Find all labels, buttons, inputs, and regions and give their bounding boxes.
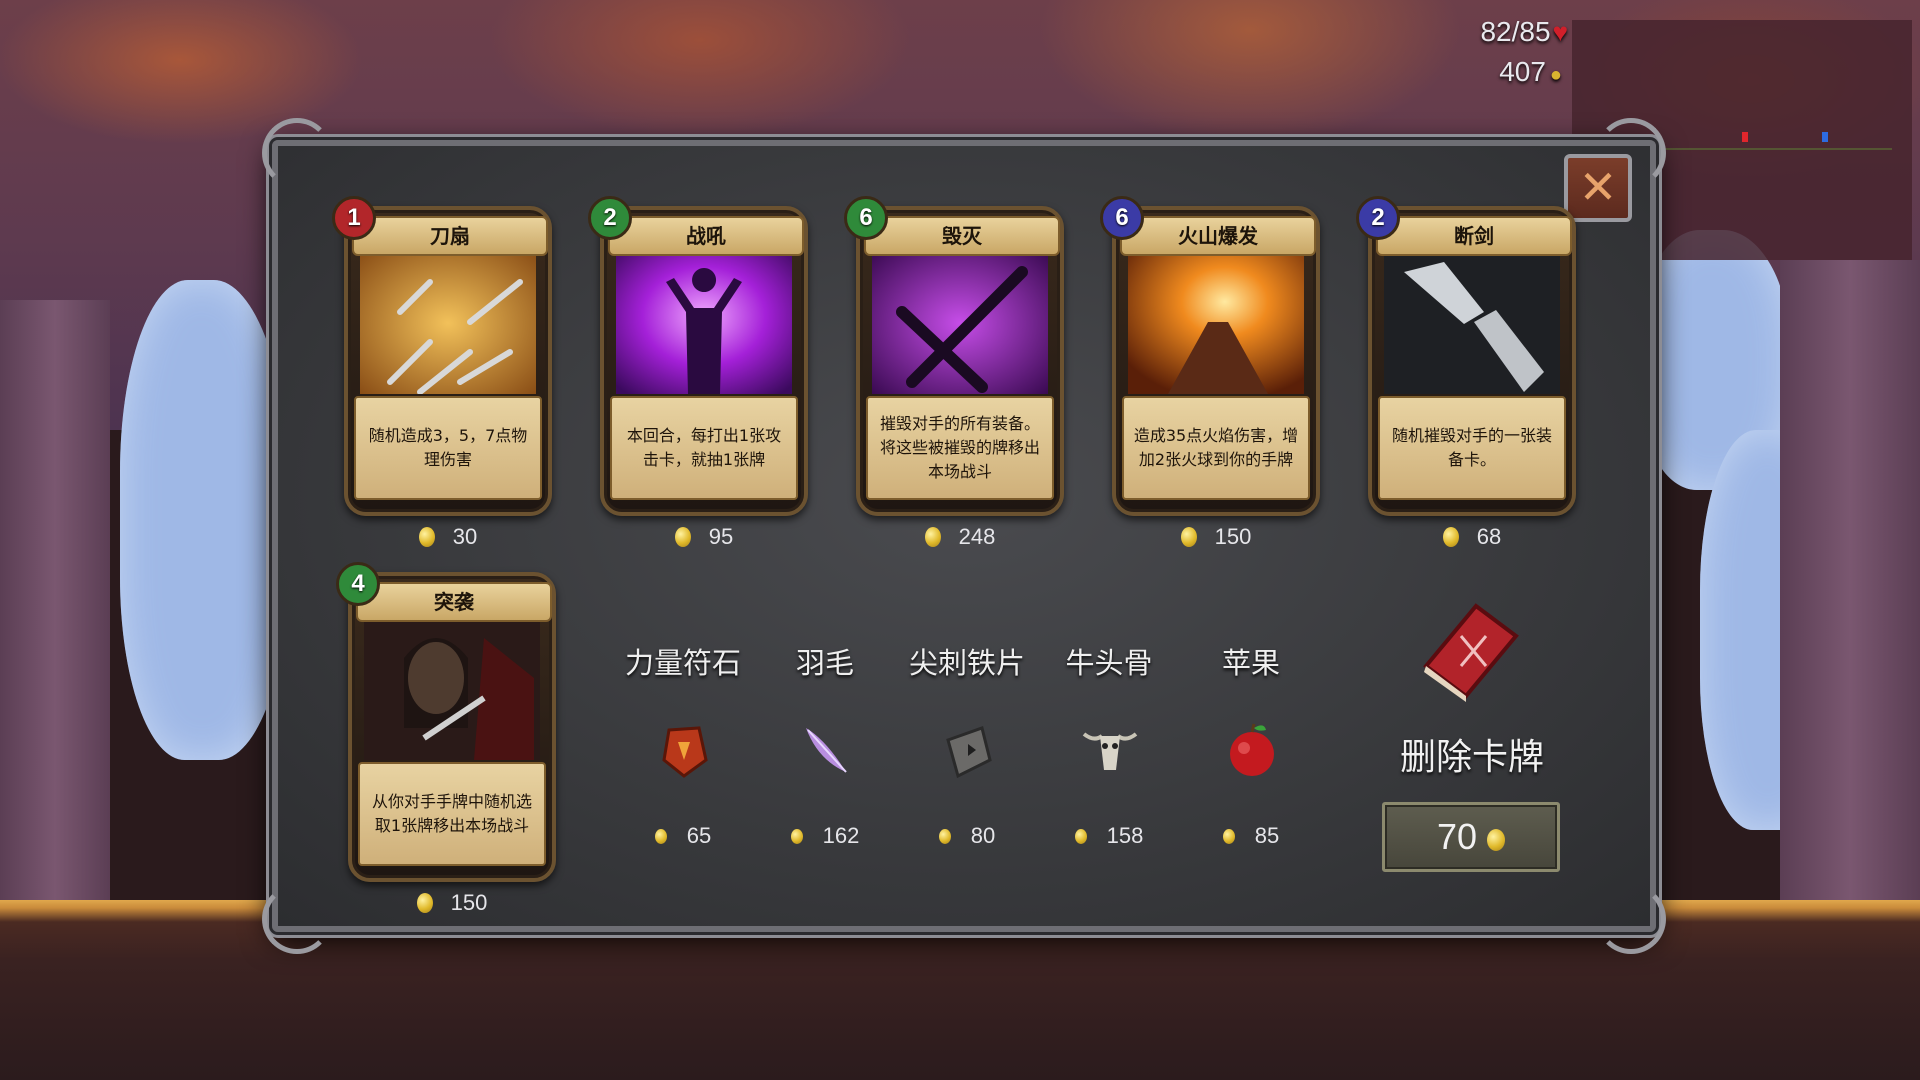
coin-icon [416, 893, 433, 913]
coin-icon [924, 527, 941, 547]
card-description: 造成35点火焰伤害，增加2张火球到你的手牌 [1122, 396, 1310, 500]
tree-trunk-right [1780, 260, 1920, 900]
card-volcano[interactable]: 火山爆发 6 造成35点火焰伤害，增加2张火球到你的手牌 [1100, 196, 1320, 516]
card-annihilate[interactable]: 毁灭 6 摧毁对手的所有装备。将这些被摧毁的牌移出本场战斗 [844, 196, 1064, 516]
item-name: 羽毛 [795, 646, 854, 680]
card-title: 突袭 [356, 582, 552, 622]
crossed-swords-art [872, 252, 1048, 394]
remove-card-label: 删除卡牌 [1399, 737, 1544, 778]
sky-gap-left [120, 280, 290, 760]
red-book-icon[interactable] [1416, 596, 1526, 706]
feather-icon[interactable] [796, 720, 856, 780]
broken-sword-art [1384, 252, 1560, 394]
card-price-value: 150 [450, 890, 488, 915]
card-blade-fan[interactable]: 刀扇 1 随机造成3，5，7点物理伤害 [332, 196, 552, 516]
item-name: 苹果 [1221, 646, 1280, 680]
card-price: 30 [368, 524, 528, 550]
panel-ornament-tl [262, 118, 332, 188]
card-price: 150 [1136, 524, 1296, 550]
card-price: 248 [880, 524, 1040, 550]
minimap-marker-blue [1822, 132, 1828, 142]
spiked-plate-icon[interactable] [938, 720, 998, 780]
card-price: 68 [1392, 524, 1552, 550]
coin-icon [1487, 829, 1506, 851]
minimap-path [1652, 148, 1892, 150]
card-description: 摧毁对手的所有装备。将这些被摧毁的牌移出本场战斗 [866, 396, 1054, 500]
item-name: 尖刺铁片 [908, 646, 1025, 680]
coin-icon [1442, 527, 1459, 547]
assassin-art [364, 618, 540, 760]
tree-trunk-left [0, 300, 110, 900]
throwing-knives-art [360, 252, 536, 394]
card-energy-cost: 2 [588, 196, 632, 240]
card-title: 断剑 [1376, 216, 1572, 256]
gold-display: 407 ● [1499, 56, 1562, 88]
volcano-art [1128, 252, 1304, 394]
card-price: 150 [372, 890, 532, 916]
bull-skull-icon[interactable] [1080, 720, 1140, 780]
panel-ornament-br [1596, 884, 1666, 954]
coin-icon [1074, 829, 1087, 844]
item-price: 65 [608, 823, 758, 849]
item-price: 80 [892, 823, 1042, 849]
apple-icon[interactable] [1222, 720, 1282, 780]
card-title: 战吼 [608, 216, 804, 256]
coin-icon [1222, 829, 1235, 844]
remove-card-button[interactable]: 70 [1382, 802, 1560, 872]
item-price: 162 [750, 823, 900, 849]
rune-stone-icon[interactable] [654, 720, 714, 780]
coin-icon [1180, 527, 1197, 547]
item-price-value: 162 [822, 823, 860, 848]
card-price: 95 [624, 524, 784, 550]
card-description: 随机造成3，5，7点物理伤害 [354, 396, 542, 500]
coin-icon [654, 829, 667, 844]
item-price-value: 80 [970, 823, 996, 848]
close-icon: ✕ [1578, 160, 1618, 214]
coin-icon [674, 527, 691, 547]
coin-pile-icon: ● [1549, 64, 1562, 86]
card-description: 本回合，每打出1张攻击卡，就抽1张牌 [610, 396, 798, 500]
health-value: 82/85 [1480, 16, 1551, 47]
card-price-value: 30 [452, 524, 478, 549]
remove-card-price: 70 [1436, 816, 1478, 857]
item-price-value: 158 [1106, 823, 1144, 848]
panel-ornament-bl [262, 884, 332, 954]
heart-icon: ♥ [1552, 17, 1568, 47]
card-energy-cost: 2 [1356, 196, 1400, 240]
card-description: 随机摧毁对手的一张装备卡。 [1378, 396, 1566, 500]
card-energy-cost: 6 [844, 196, 888, 240]
item-price: 85 [1176, 823, 1326, 849]
card-title: 刀扇 [352, 216, 548, 256]
card-energy-cost: 1 [332, 196, 376, 240]
card-energy-cost: 4 [336, 562, 380, 606]
card-price-value: 248 [958, 524, 996, 549]
coin-icon [418, 527, 435, 547]
item-price-value: 85 [1254, 823, 1280, 848]
card-title: 火山爆发 [1120, 216, 1316, 256]
card-war-cry[interactable]: 战吼 2 本回合，每打出1张攻击卡，就抽1张牌 [588, 196, 808, 516]
card-ambush[interactable]: 突袭 4 从你对手手牌中随机选取1张牌移出本场战斗 [336, 562, 556, 882]
card-price-value: 95 [708, 524, 734, 549]
card-description: 从你对手手牌中随机选取1张牌移出本场战斗 [358, 762, 546, 866]
minimap-marker-red [1742, 132, 1748, 142]
war-cry-art [616, 252, 792, 394]
card-price-value: 68 [1476, 524, 1502, 549]
coin-icon [938, 829, 951, 844]
item-name: 力量符石 [624, 646, 741, 680]
item-price-value: 65 [686, 823, 712, 848]
card-title: 毁灭 [864, 216, 1060, 256]
card-broken-sword[interactable]: 断剑 2 随机摧毁对手的一张装备卡。 [1356, 196, 1576, 516]
health-display: 82/85♥ [1480, 16, 1568, 48]
card-energy-cost: 6 [1100, 196, 1144, 240]
coin-icon [790, 829, 803, 844]
gold-value: 407 [1499, 56, 1546, 87]
item-name: 牛头骨 [1065, 646, 1153, 680]
item-price: 158 [1034, 823, 1184, 849]
card-price-value: 150 [1214, 524, 1252, 549]
